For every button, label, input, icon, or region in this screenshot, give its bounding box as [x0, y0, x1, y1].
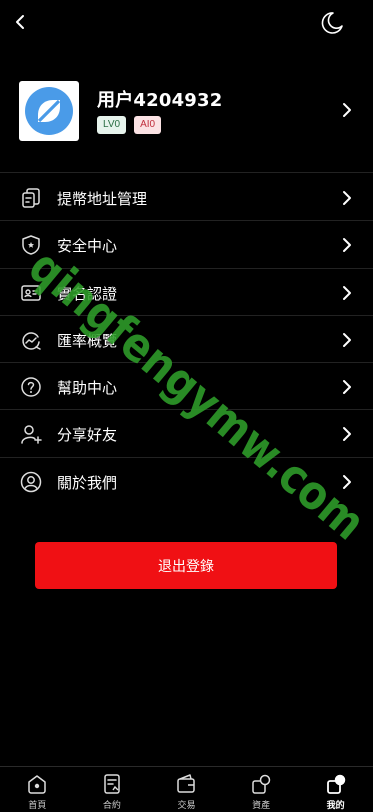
menu-item-share-friends[interactable]: 分享好友 [0, 410, 373, 458]
menu-item-label: 實名認證 [57, 284, 118, 303]
level-badge: LV0 [97, 116, 127, 134]
tab-home[interactable]: 首頁 [0, 767, 75, 812]
menu-item-label: 安全中心 [57, 237, 118, 256]
menu-item-about-us[interactable]: 關於我們 [0, 458, 373, 505]
contract-icon [104, 774, 120, 794]
avatar [19, 81, 79, 141]
ai-badge: AI0 [134, 116, 162, 134]
tab-profile[interactable]: 我的 [298, 767, 373, 812]
chevron-right-icon [343, 380, 351, 395]
menu-item-identity-verification[interactable]: 實名認證 [0, 269, 373, 316]
back-button[interactable] [8, 10, 32, 34]
tab-contract[interactable]: 合約 [75, 767, 150, 812]
dark-mode-toggle[interactable] [319, 10, 345, 36]
add-user-icon [21, 425, 42, 445]
top-bar [0, 0, 373, 46]
chevron-right-icon [343, 474, 351, 489]
profile-icon [326, 774, 345, 794]
chevron-left-icon [16, 15, 24, 29]
chevron-right-icon [343, 427, 351, 442]
chevron-right-icon [343, 238, 351, 253]
tab-trade[interactable]: 交易 [149, 767, 224, 812]
settings-menu: 提幣地址管理 安全中心 實名認證 匯率概覽 幫助中心 分享好友 關於我們 [0, 174, 373, 505]
avatar-logo-icon [25, 87, 73, 135]
tab-label: 資產 [252, 801, 271, 811]
chevron-right-icon [343, 332, 351, 347]
menu-item-label: 幫助中心 [57, 379, 118, 398]
address-book-icon [22, 188, 40, 208]
username: 用户4204932 [97, 90, 223, 111]
id-card-icon [21, 284, 41, 301]
tab-label: 合約 [102, 801, 121, 811]
tab-label: 交易 [177, 801, 196, 811]
shield-icon [22, 235, 40, 256]
moon-icon [321, 12, 343, 34]
exchange-rate-icon [22, 332, 41, 350]
tab-label: 我的 [326, 801, 345, 811]
profile-header[interactable]: 用户4204932 LV0 AI0 [0, 79, 373, 143]
logout-button[interactable]: 退出登錄 [35, 542, 337, 589]
about-icon [20, 471, 42, 493]
menu-item-label: 匯率概覽 [57, 331, 118, 350]
menu-item-exchange-rates[interactable]: 匯率概覽 [0, 316, 373, 364]
chevron-right-icon [343, 285, 351, 300]
menu-item-label: 分享好友 [57, 426, 118, 445]
chevron-right-icon [343, 191, 351, 205]
wallet-icon [177, 774, 196, 793]
divider [0, 172, 373, 173]
menu-item-label: 關於我們 [57, 473, 118, 492]
menu-item-security-center[interactable]: 安全中心 [0, 221, 373, 269]
menu-item-label: 提幣地址管理 [57, 190, 148, 208]
badge-group: LV0 AI0 [97, 116, 162, 134]
tab-label: 首頁 [28, 801, 47, 811]
home-icon [28, 775, 47, 794]
menu-item-help-center[interactable]: 幫助中心 [0, 363, 373, 411]
tab-assets[interactable]: 資產 [224, 767, 299, 812]
chevron-right-icon [343, 103, 351, 117]
menu-item-withdraw-addresses[interactable]: 提幣地址管理 [0, 174, 373, 222]
assets-icon [252, 774, 271, 794]
bottom-tab-bar: 首頁 合約 交易 資產 我的 [0, 766, 373, 812]
help-icon [21, 377, 41, 397]
